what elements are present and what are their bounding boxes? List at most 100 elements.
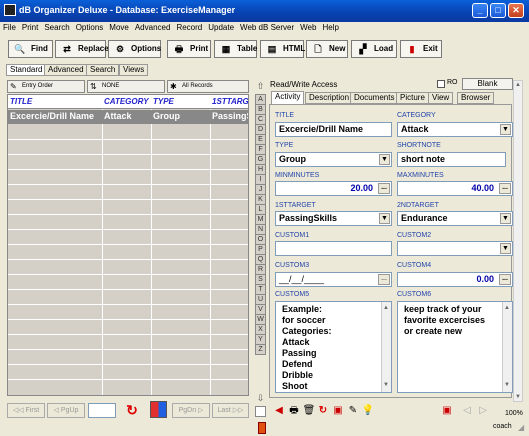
save-record-icon[interactable]: ▣ — [440, 404, 454, 418]
title-field[interactable]: Excercie/Drill Name — [275, 122, 392, 137]
menu-options[interactable]: Options — [73, 22, 107, 33]
tab-documents[interactable]: Documents — [350, 92, 399, 104]
options-button[interactable]: ⚙ Options — [108, 40, 161, 58]
column-header-1sttarget[interactable]: 1STTARG — [212, 97, 248, 106]
custom3-date-field[interactable]: __/__/____... — [275, 272, 392, 287]
menu-print[interactable]: Print — [19, 22, 41, 33]
minimize-button[interactable]: _ — [472, 3, 488, 18]
custom5-memo[interactable]: Example: for soccer Categories: Attack P… — [275, 301, 392, 393]
entry-order-button[interactable]: ✎ Entry Order — [7, 80, 85, 93]
column-header-title[interactable]: TITLE — [10, 97, 32, 106]
print-button[interactable]: 🖶 Print — [167, 40, 211, 58]
column-header-category[interactable]: CATEGORY — [104, 97, 149, 106]
all-records-button[interactable]: ✱ All Records — [167, 80, 249, 93]
sort-none-button[interactable]: ⇅ NONE — [87, 80, 165, 93]
tab-advanced[interactable]: Advanced — [44, 64, 88, 76]
shortnote-field[interactable]: short note — [397, 152, 506, 167]
chevron-down-icon[interactable]: ▼ — [379, 213, 390, 224]
column-header-type[interactable]: TYPE — [153, 97, 174, 106]
refresh-icon[interactable]: ↻ — [124, 402, 140, 418]
exit-button[interactable]: ▮ Exit — [400, 40, 442, 58]
blank-button[interactable]: Blank — [462, 78, 513, 90]
ellipsis-button[interactable]: ... — [378, 183, 390, 194]
menu-help[interactable]: Help — [319, 22, 341, 33]
menu-web[interactable]: Web — [297, 22, 319, 33]
color-palette-icon[interactable] — [150, 401, 167, 418]
menu-advanced[interactable]: Advanced — [132, 22, 174, 33]
record-grid[interactable]: TITLE CATEGORY TYPE 1STTARG Excercie/Dri… — [7, 94, 249, 396]
custom2-select[interactable]: ▼ — [397, 241, 513, 256]
scroll-down-icon[interactable]: ▼ — [515, 394, 521, 400]
scroll-down-icon[interactable]: ⇩ — [255, 392, 266, 404]
custom4-field[interactable]: 0.00... — [397, 272, 513, 287]
last-button[interactable]: Last ▷▷ — [212, 403, 249, 418]
2ndtarget-select[interactable]: Endurance ▼ — [397, 211, 513, 226]
tab-views[interactable]: Views — [119, 64, 149, 76]
tab-view[interactable]: View — [428, 92, 454, 104]
ellipsis-button[interactable]: ... — [378, 274, 390, 285]
html-button[interactable]: ▤ HTML — [260, 40, 305, 58]
custom6-memo[interactable]: keep track of your favorite excercises o… — [397, 301, 513, 393]
menu-web-db-server[interactable]: Web dB Server — [237, 22, 297, 33]
alpha-index-z[interactable]: Z — [255, 344, 266, 355]
tab-browser[interactable]: Browser — [457, 92, 495, 104]
category-select[interactable]: Attack ▼ — [397, 122, 513, 137]
menu-record[interactable]: Record — [173, 22, 205, 33]
ellipsis-button[interactable]: ... — [499, 183, 511, 194]
resize-grip-icon[interactable]: ◢ — [518, 424, 526, 432]
memo-scrollbar[interactable]: ▲ ▼ — [381, 302, 391, 392]
1sttarget-select[interactable]: PassingSkills ▼ — [275, 211, 392, 226]
tab-picture[interactable]: Picture — [396, 92, 429, 104]
pgdn-button[interactable]: PgDn ▷ — [172, 403, 210, 418]
menu-update[interactable]: Update — [205, 22, 237, 33]
custom1-field[interactable] — [275, 241, 392, 256]
replace-button[interactable]: ⇄ Replace — [55, 40, 109, 58]
scroll-up-icon[interactable]: ⇧ — [255, 80, 266, 92]
select-checkbox[interactable] — [255, 406, 266, 417]
maxminutes-field[interactable]: 40.00... — [397, 181, 513, 196]
minminutes-field[interactable]: 20.00... — [275, 181, 392, 196]
delete-icon[interactable]: 🗑 — [302, 404, 316, 418]
back-arrow-icon[interactable]: ◀ — [272, 404, 286, 418]
edit-icon[interactable]: ✎ — [346, 404, 360, 418]
close-button[interactable]: ✕ — [508, 3, 524, 18]
help-bulb-icon[interactable]: 💡 — [361, 404, 375, 418]
find-button[interactable]: 🔍 Find — [8, 40, 53, 58]
tab-standard[interactable]: Standard — [6, 64, 47, 76]
ellipsis-button[interactable]: ... — [499, 274, 511, 285]
load-icon: ▞ — [359, 44, 367, 54]
chevron-down-icon[interactable]: ▼ — [500, 124, 511, 135]
print-record-icon[interactable]: 🖶 — [287, 404, 301, 418]
refresh-record-icon[interactable]: ↻ — [316, 404, 330, 418]
next-record-icon[interactable]: ▷ — [476, 404, 490, 418]
chevron-down-icon[interactable]: ▼ — [500, 213, 511, 224]
prev-record-icon[interactable]: ◁ — [460, 404, 474, 418]
ro-checkbox[interactable] — [437, 80, 445, 88]
table-button[interactable]: ▦ Table — [214, 40, 257, 58]
scroll-down-icon[interactable]: ▼ — [383, 380, 389, 391]
chevron-down-icon[interactable]: ▼ — [379, 154, 390, 165]
pgup-button[interactable]: ◁ PgUp — [47, 403, 85, 418]
memo-scrollbar[interactable]: ▲ ▼ — [502, 302, 512, 392]
tab-search[interactable]: Search — [86, 64, 120, 76]
menu-search[interactable]: Search — [41, 22, 72, 33]
menu-move[interactable]: Move — [106, 22, 132, 33]
record-number-field[interactable] — [88, 403, 116, 418]
sort-icon: ⇅ — [90, 82, 97, 91]
scroll-up-icon[interactable]: ▲ — [383, 303, 389, 314]
load-button[interactable]: ▞ Load — [351, 40, 397, 58]
new-button[interactable]: 🗋 New — [306, 40, 348, 58]
copy-record-icon[interactable]: ▣ — [331, 404, 345, 418]
scroll-down-icon[interactable]: ▼ — [504, 380, 510, 391]
tab-activity[interactable]: Activity — [271, 91, 305, 105]
chevron-down-icon[interactable]: ▼ — [500, 243, 511, 254]
scroll-up-icon[interactable]: ▲ — [515, 82, 521, 88]
tab-description[interactable]: Description — [305, 92, 354, 104]
form-scrollbar[interactable]: ▲ ▼ — [513, 80, 523, 402]
menu-file[interactable]: File — [0, 22, 19, 33]
maximize-button[interactable]: □ — [490, 3, 506, 18]
first-button[interactable]: ◁◁ First — [7, 403, 45, 418]
type-select[interactable]: Group ▼ — [275, 152, 392, 167]
table-row[interactable]: Excercie/Drill Name Attack Group Passing… — [8, 110, 248, 124]
scroll-up-icon[interactable]: ▲ — [504, 303, 510, 314]
